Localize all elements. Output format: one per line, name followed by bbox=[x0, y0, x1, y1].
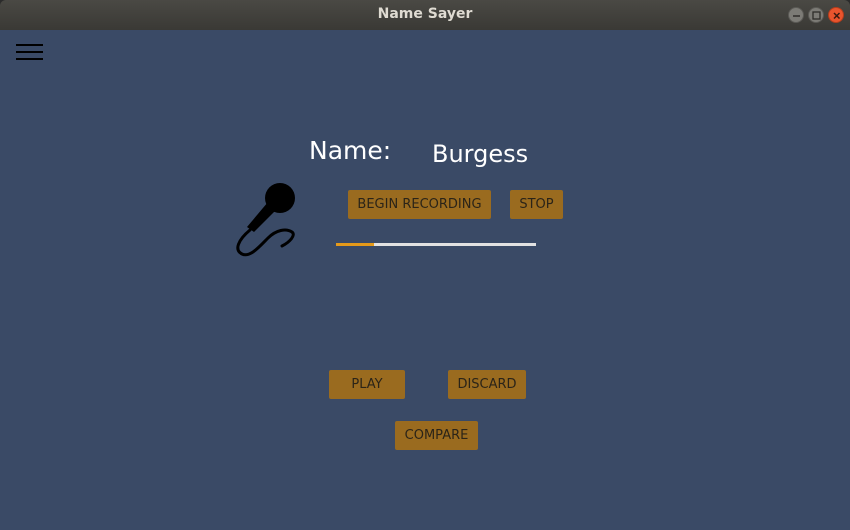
maximize-icon[interactable] bbox=[808, 7, 824, 23]
begin-recording-button[interactable]: BEGIN RECORDING bbox=[348, 190, 491, 219]
play-button[interactable]: PLAY bbox=[329, 370, 405, 399]
microphone-icon bbox=[236, 183, 295, 257]
window-title: Name Sayer bbox=[377, 6, 473, 22]
recording-progress-fill bbox=[336, 243, 374, 246]
name-value: Burgess bbox=[432, 140, 529, 168]
main-panel: Name: Burgess BEGIN RECORDING STOP PLAY … bbox=[0, 30, 850, 530]
compare-button[interactable]: COMPARE bbox=[395, 421, 478, 450]
stop-button[interactable]: STOP bbox=[510, 190, 563, 219]
close-icon[interactable] bbox=[828, 7, 844, 23]
name-label: Name: bbox=[309, 136, 392, 165]
recording-progress-bar bbox=[336, 243, 536, 246]
hamburger-menu-icon[interactable] bbox=[16, 43, 44, 63]
discard-button[interactable]: DISCARD bbox=[448, 370, 526, 399]
title-bar: Name Sayer bbox=[0, 0, 850, 30]
minimize-icon[interactable] bbox=[788, 7, 804, 23]
app-window: Name Sayer Name: Burgess BEGIN RECORDING bbox=[0, 0, 850, 530]
